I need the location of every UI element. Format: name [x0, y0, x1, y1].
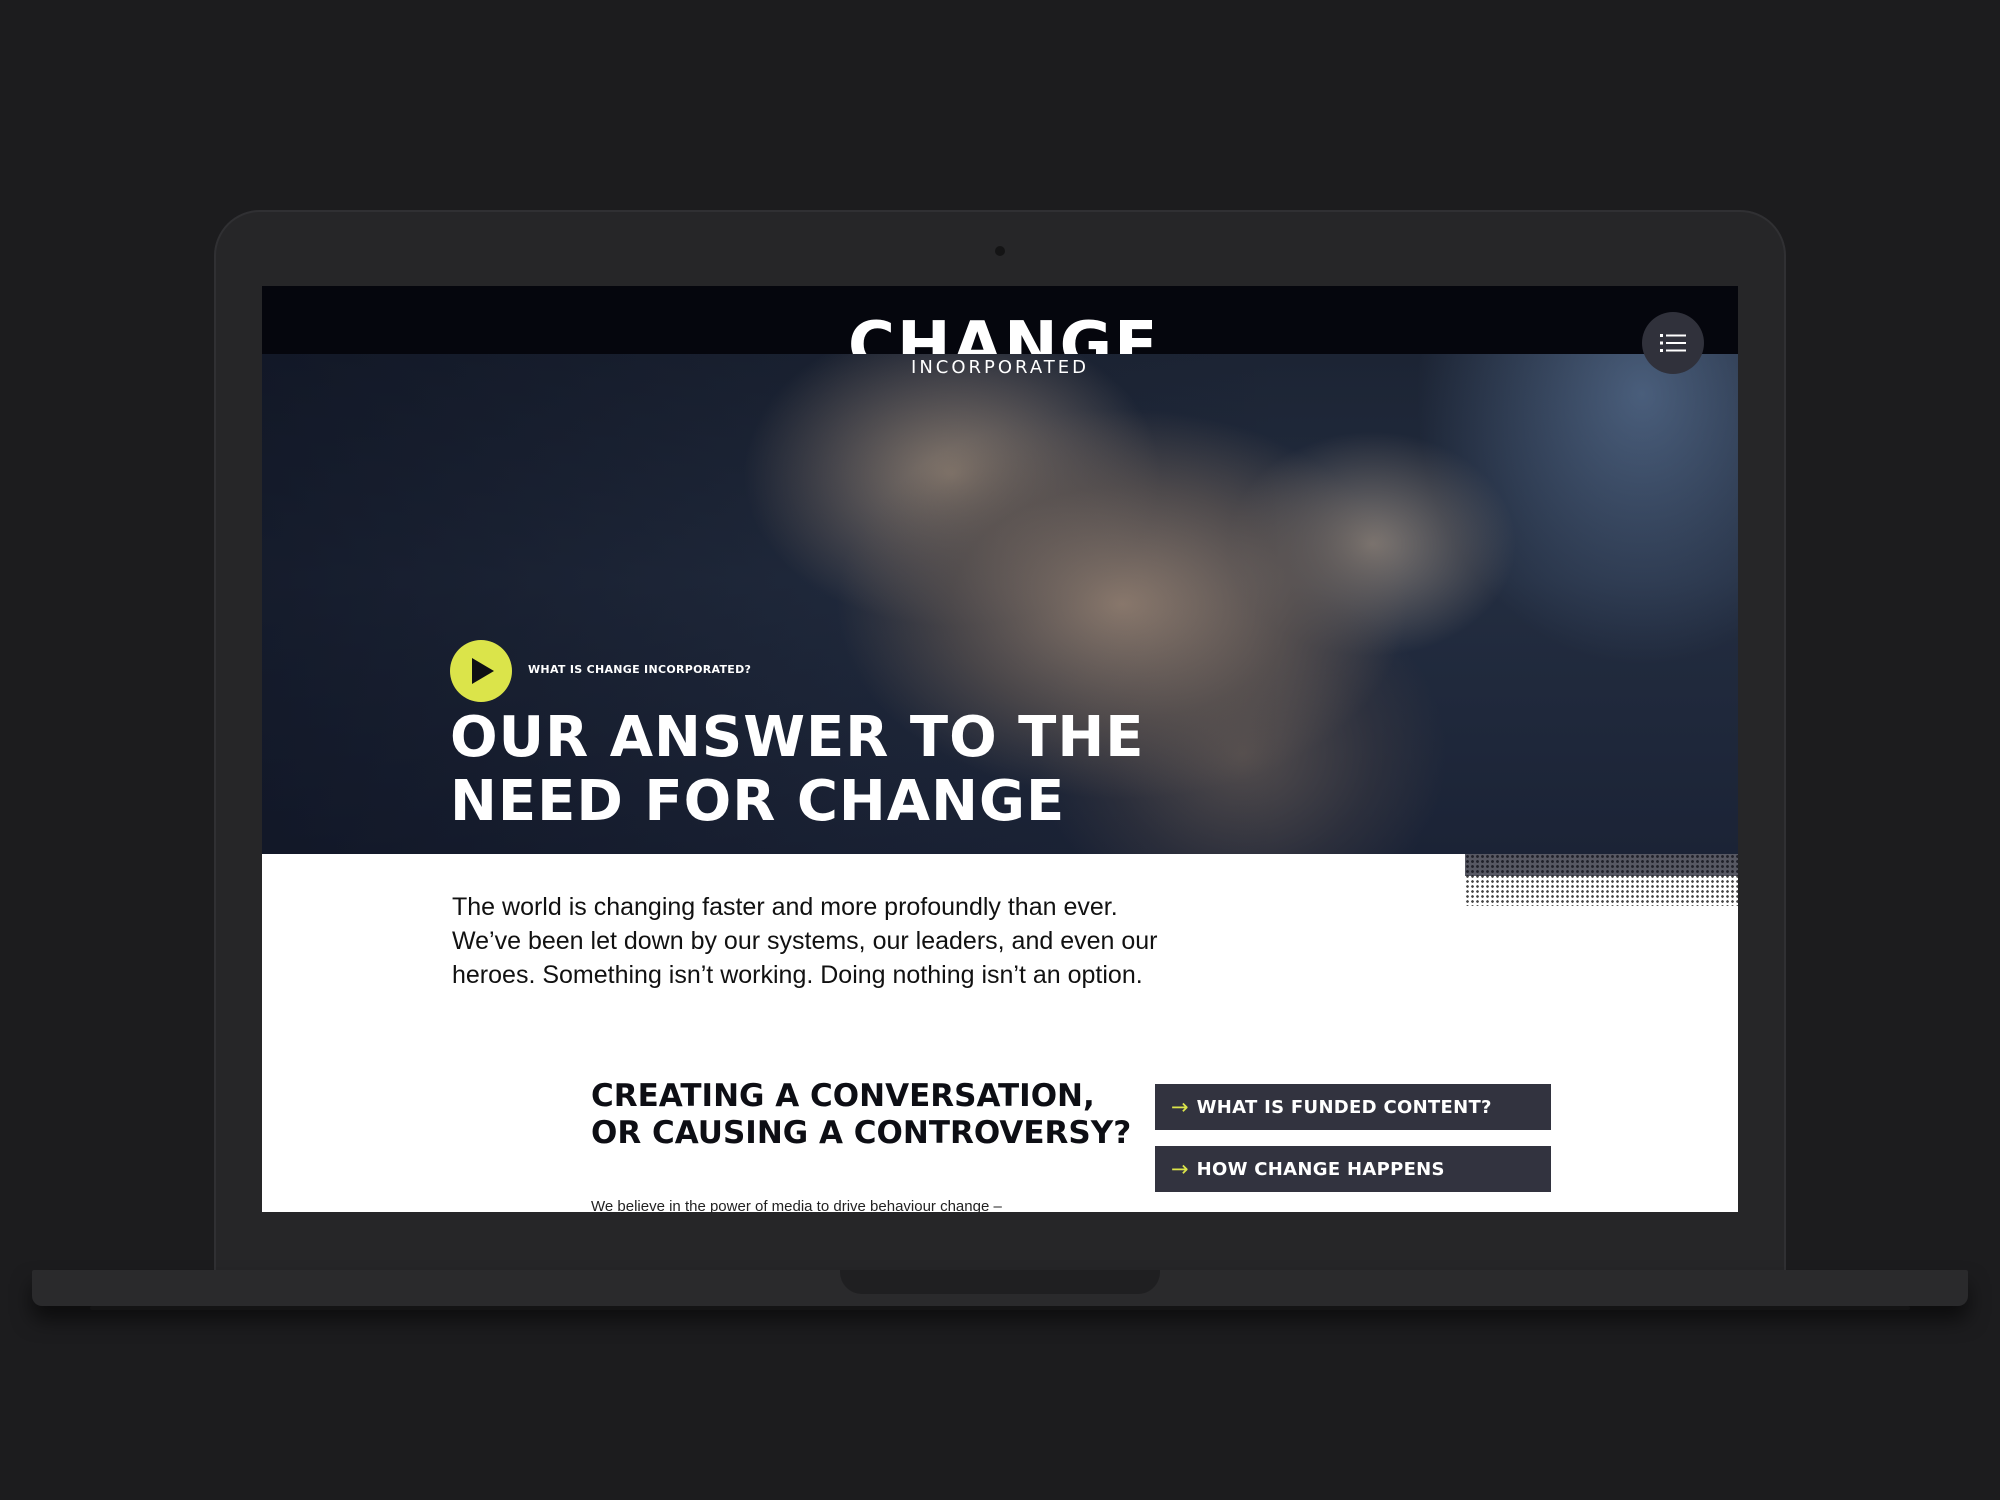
camera-dot	[995, 246, 1005, 256]
hero-title: OUR ANSWER TO THE NEED FOR CHANGE	[450, 706, 1150, 834]
funded-content-link[interactable]: → WHAT IS FUNDED CONTENT?	[1155, 1084, 1551, 1130]
list-icon	[1660, 334, 1686, 352]
logo-subtitle: INCORPORATED	[911, 357, 1089, 378]
hero-title-line: OUR ANSWER TO THE	[450, 705, 1145, 770]
browser-viewport: CHANGE INCORPORATED WHAT IS CHANGE INCOR…	[262, 286, 1738, 1212]
video-link-label[interactable]: WHAT IS CHANGE INCORPORATED?	[528, 663, 751, 676]
link-label: HOW CHANGE HAPPENS	[1196, 1158, 1445, 1180]
section-body-text: We believe in the power of media to driv…	[591, 1198, 1002, 1212]
intro-line: heroes. Something isn’t working. Doing n…	[452, 961, 1143, 989]
site-logo[interactable]: CHANGE INCORPORATED	[848, 310, 1152, 390]
link-label: WHAT IS FUNDED CONTENT?	[1196, 1096, 1492, 1118]
menu-button[interactable]	[1642, 312, 1704, 374]
logo-wordmark: CHANGE	[848, 310, 1152, 354]
play-icon[interactable]	[450, 640, 512, 702]
arrow-right-icon: →	[1171, 1094, 1189, 1119]
arrow-right-icon: →	[1171, 1156, 1189, 1181]
section-title-line: CREATING A CONVERSATION,	[591, 1078, 1095, 1114]
laptop-notch	[840, 1270, 1160, 1294]
how-change-happens-link[interactable]: → HOW CHANGE HAPPENS	[1155, 1146, 1551, 1192]
section-title: CREATING A CONVERSATION, OR CAUSING A CO…	[591, 1078, 1131, 1152]
hero-title-line: NEED FOR CHANGE	[450, 769, 1066, 834]
halftone-decoration-dark	[1465, 854, 1738, 876]
intro-line: We’ve been let down by our systems, our …	[452, 927, 1158, 955]
intro-line: The world is changing faster and more pr…	[452, 893, 1118, 921]
laptop-feet	[90, 1306, 1910, 1310]
section-title-line: OR CAUSING A CONTROVERSY?	[591, 1115, 1132, 1151]
intro-paragraph: The world is changing faster and more pr…	[452, 890, 1192, 992]
